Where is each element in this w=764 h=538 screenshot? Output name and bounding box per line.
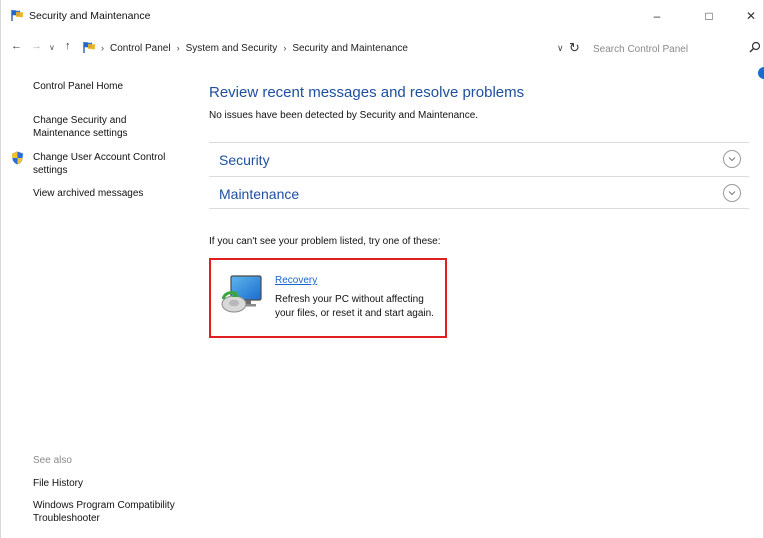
minimize-button[interactable]: – [635,0,679,32]
maximize-button[interactable]: □ [687,0,731,32]
title-bar: Security and Maintenance – □ ✕ [1,0,764,32]
chevron-down-icon[interactable] [723,184,741,202]
left-pane: Control Panel Home Change Security and M… [1,80,196,530]
maintenance-section-label: Maintenance [219,186,300,202]
forward-button[interactable]: → [31,40,42,52]
search-icon[interactable] [749,41,761,53]
breadcrumb-separator: › [101,43,104,53]
compatibility-troubleshooter-link[interactable]: Windows Program Compatibility Troublesho… [33,499,178,525]
chevron-down-icon[interactable] [723,150,741,168]
address-bar: ← → ∨ ↑ › Control Panel › System and Sec… [1,36,764,62]
maintenance-section[interactable]: Maintenance [209,176,749,209]
back-button[interactable]: ← [11,40,22,52]
security-section-label: Security [219,152,270,168]
change-uac-settings-link[interactable]: Change User Account Control settings [33,151,183,177]
maximize-icon: □ [705,9,713,23]
up-button[interactable]: ↑ [65,40,71,52]
breadcrumb-separator: › [176,43,180,53]
control-panel-flag-icon [83,42,95,53]
page-title: Review recent messages and resolve probl… [209,84,525,101]
security-section[interactable]: Security [209,142,749,175]
window: Security and Maintenance – □ ✕ ← → ∨ ↑ ›… [0,0,764,538]
status-text: No issues have been detected by Security… [209,110,479,121]
close-icon: ✕ [745,9,757,23]
scroll-indicator [758,67,764,79]
change-security-settings-link[interactable]: Change Security and Maintenance settings [33,114,143,140]
breadcrumb: › Control Panel › System and Security › … [101,43,408,54]
refresh-button[interactable]: ↻ [569,40,580,56]
uac-shield-icon [12,151,23,165]
recovery-highlight: Recovery Refresh your PC without affecti… [209,258,447,338]
close-button[interactable]: ✕ [729,0,764,32]
minimize-icon: – [653,9,661,23]
window-title: Security and Maintenance [29,10,151,22]
control-panel-home-link[interactable]: Control Panel Home [33,80,193,93]
see-also-label: See also [33,455,72,466]
recovery-icon [221,275,262,313]
file-history-link[interactable]: File History [33,477,193,490]
recovery-link[interactable]: Recovery [275,275,317,286]
recent-locations-button[interactable]: ∨ [49,43,55,52]
search-input[interactable] [587,38,757,60]
breadcrumb-item-security-and-maintenance[interactable]: Security and Maintenance [292,43,408,54]
recovery-description: Refresh your PC without affecting your f… [275,294,434,319]
troubleshoot-hint: If you can't see your problem listed, tr… [209,236,441,247]
breadcrumb-item-control-panel[interactable]: Control Panel [110,43,171,54]
address-dropdown-button[interactable]: ∨ [557,43,564,54]
view-archived-messages-link[interactable]: View archived messages [33,187,193,200]
security-maintenance-flag-icon [11,10,23,21]
breadcrumb-separator: › [283,43,287,53]
breadcrumb-item-system-and-security[interactable]: System and Security [186,43,278,54]
